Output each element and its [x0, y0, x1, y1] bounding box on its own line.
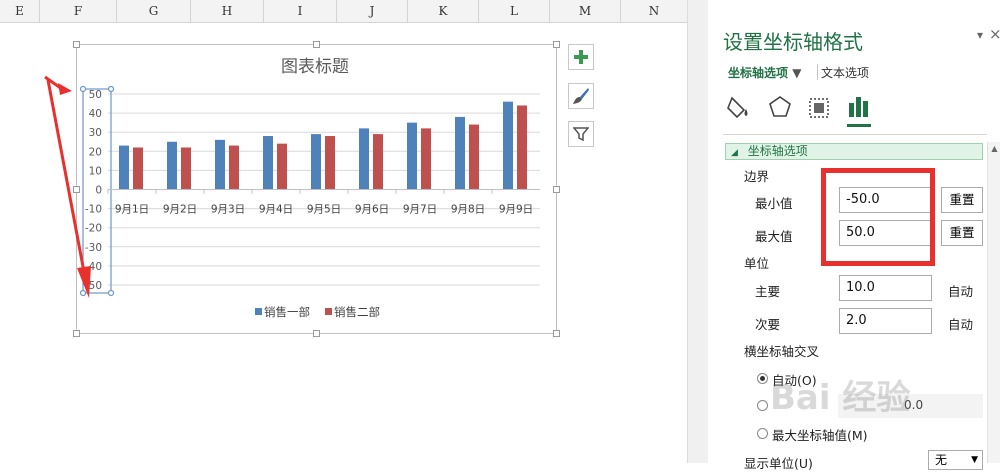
x-tick-label: 9月6日 — [355, 204, 389, 216]
minor-label: 次要 — [755, 317, 781, 332]
x-tick-label: 9月2日 — [163, 204, 197, 216]
radio-auto[interactable] — [757, 373, 768, 384]
pane-title: 设置坐标轴格式 — [723, 30, 863, 54]
y-tick-label: -40 — [85, 261, 102, 273]
tab-divider — [817, 64, 818, 80]
radio-max-axis-label[interactable]: 最大坐标轴值(M) — [772, 425, 868, 444]
chart-elements-button[interactable] — [568, 44, 594, 70]
bar — [421, 128, 431, 190]
bar — [277, 143, 287, 190]
max-label: 最大值 — [755, 229, 793, 244]
tab-axis-options-label: 坐标轴选项 — [728, 66, 789, 80]
bar — [229, 145, 239, 190]
x-tick-label: 9月3日 — [211, 204, 245, 216]
filter-icon — [573, 127, 589, 142]
bar — [311, 134, 321, 190]
axis-selection-handle — [107, 289, 115, 297]
active-icon-indicator — [847, 124, 871, 127]
chart-styles-button[interactable] — [568, 83, 594, 109]
y-tick-label: -30 — [85, 242, 102, 254]
axis-cross-label: 横坐标轴交叉 — [744, 344, 820, 359]
section-axis-options[interactable]: ◢ 坐标轴选项 — [725, 143, 983, 160]
scroll-up-icon[interactable]: ▲ — [988, 144, 1000, 153]
axis-selection-handle — [79, 85, 87, 93]
effects-icon[interactable] — [769, 96, 791, 117]
tab-axis-options[interactable]: 坐标轴选项 ▼ — [728, 64, 801, 81]
pane-divider — [723, 134, 987, 135]
bar — [119, 145, 129, 190]
y-tick-label: 20 — [89, 146, 102, 158]
axis-selection-handle — [107, 85, 115, 93]
axis-selection-handle — [79, 289, 87, 297]
major-auto-label[interactable]: 自动 — [948, 281, 973, 300]
brush-icon — [573, 88, 589, 104]
display-units-select[interactable]: 无 ▼ — [928, 450, 983, 470]
display-units-value: 无 — [935, 453, 948, 467]
plus-icon — [574, 50, 588, 64]
major-label: 主要 — [755, 284, 781, 299]
x-tick-label: 9月7日 — [403, 204, 437, 216]
y-tick-label: 40 — [89, 108, 102, 120]
legend-label: 销售一部 — [264, 305, 310, 319]
minor-auto-label[interactable]: 自动 — [948, 314, 973, 333]
fill-line-icon[interactable] — [727, 96, 748, 119]
highlight-box — [821, 168, 935, 266]
pane-scrollbar[interactable]: ▲ — [987, 142, 1000, 463]
y-tick-label: 30 — [89, 127, 102, 139]
baidu-watermark: Bai 经验 — [770, 378, 911, 418]
y-tick-label: -50 — [85, 280, 102, 292]
bar — [469, 124, 479, 190]
collapse-triangle-icon: ◢ — [731, 148, 738, 158]
bar — [407, 122, 417, 190]
x-tick-label: 9月8日 — [451, 204, 485, 216]
minor-unit-input[interactable]: 2.0 — [839, 308, 932, 334]
x-tick-label: 9月5日 — [307, 204, 341, 216]
axis-options-icon[interactable] — [849, 97, 868, 117]
y-tick-label: 50 — [89, 89, 102, 101]
y-tick-label: -10 — [85, 204, 102, 216]
chevron-down-icon: ▼ — [792, 66, 802, 80]
close-icon[interactable]: × — [989, 25, 1000, 43]
bar — [359, 128, 369, 190]
chevron-down-icon: ▼ — [971, 455, 978, 465]
size-properties-icon[interactable] — [809, 98, 829, 118]
radio-axis-value[interactable] — [757, 400, 768, 411]
bar — [373, 134, 383, 190]
y-tick-label: -20 — [85, 223, 102, 235]
bar — [325, 136, 335, 190]
section-axis-options-label: 坐标轴选项 — [747, 144, 808, 158]
max-reset-button[interactable]: 重置 — [941, 220, 983, 246]
chart-filters-button[interactable] — [568, 121, 594, 147]
x-tick-label: 9月1日 — [115, 204, 149, 216]
bar — [215, 139, 225, 190]
y-tick-label: 10 — [89, 165, 102, 177]
bounds-label: 边界 — [744, 169, 770, 184]
bar — [517, 105, 527, 190]
bar — [455, 116, 465, 190]
radio-max-axis[interactable] — [757, 428, 768, 439]
sheet-scrollbar[interactable] — [687, 0, 708, 463]
tab-text-options[interactable]: 文本选项 — [821, 64, 869, 81]
chart-title: 图表标题 — [281, 57, 349, 77]
y-tick-label: 0 — [95, 185, 102, 197]
x-tick-label: 9月9日 — [499, 204, 533, 216]
major-unit-input[interactable]: 10.0 — [839, 275, 932, 301]
min-label: 最小值 — [755, 196, 793, 211]
pane-icon-row — [727, 96, 868, 119]
legend-swatch — [255, 308, 262, 315]
legend-label: 销售二部 — [334, 305, 380, 319]
min-reset-button[interactable]: 重置 — [941, 187, 983, 213]
bar — [503, 101, 513, 190]
bar — [133, 147, 143, 190]
bar — [167, 141, 177, 190]
x-tick-label: 9月4日 — [259, 204, 293, 216]
legend-swatch — [325, 308, 332, 315]
pane-menu-chevron-icon[interactable]: ▾ — [977, 28, 983, 42]
bar — [181, 147, 191, 190]
units-label: 单位 — [744, 256, 770, 271]
bar — [263, 136, 273, 190]
